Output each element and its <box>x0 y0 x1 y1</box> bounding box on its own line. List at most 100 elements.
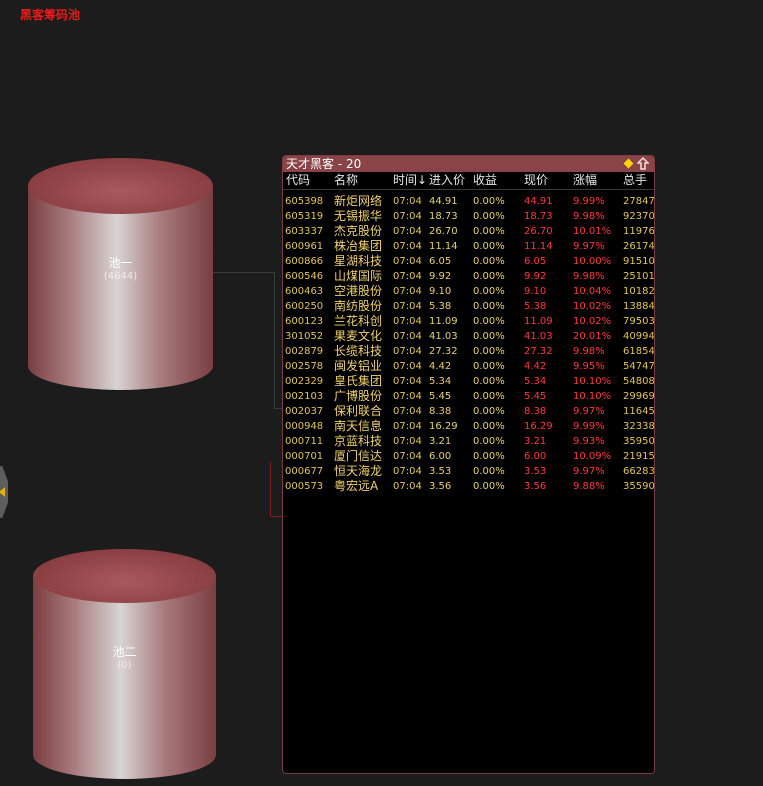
cell-entry-price: 8.38 <box>429 406 452 417</box>
cell-volume: 35950 <box>623 436 654 447</box>
cell-code: 600546 <box>285 271 324 282</box>
cell-code: 000948 <box>285 421 324 432</box>
table-row[interactable]: 301052 果麦文化 07:04 41.03 0.00% 41.03 20.01% 4099… <box>283 329 654 344</box>
cell-time: 07:04 <box>393 391 422 402</box>
connector-line-red <box>270 462 271 516</box>
cell-change: 10.04% <box>573 286 612 297</box>
cell-code: 600866 <box>285 256 324 267</box>
panel-title-bar[interactable]: 天才黑客 - 20 <box>283 156 654 172</box>
cell-code: 301052 <box>285 331 324 342</box>
table-row[interactable]: 000948 南天信息 07:04 16.29 0.00% 16.29 9.99% 32338 <box>283 419 654 434</box>
cell-code: 605319 <box>285 211 324 222</box>
table-body: 605398 新炬网络 07:04 44.91 0.00% 44.91 9.99% 27847… <box>283 194 654 494</box>
cell-price: 9.92 <box>524 271 547 282</box>
cell-gain: 0.00% <box>473 436 505 447</box>
table-row[interactable]: 000701 厦门信达 07:04 6.00 0.00% 6.00 10.09% 21915 <box>283 449 654 464</box>
cell-change: 9.97% <box>573 241 605 252</box>
cell-volume: 11645 <box>623 406 654 417</box>
cell-volume: 79503 <box>623 316 654 327</box>
col-header-volume[interactable]: 总手 <box>623 172 647 189</box>
cell-volume: 40994 <box>623 331 654 342</box>
table-row[interactable]: 002037 保利联合 07:04 8.38 0.00% 8.38 9.97% 11645 <box>283 404 654 419</box>
table-row[interactable]: 002578 闽发铝业 07:04 4.42 0.00% 4.42 9.95% 54747 <box>283 359 654 374</box>
cell-name: 恒天海龙 <box>334 464 383 478</box>
table-row[interactable]: 600123 兰花科创 07:04 11.09 0.00% 11.09 10.02% 7950… <box>283 314 654 329</box>
cell-volume: 21915 <box>623 451 654 462</box>
cell-time: 07:04 <box>393 301 422 312</box>
cell-change: 9.98% <box>573 271 605 282</box>
chevron-left-icon <box>0 487 5 497</box>
cell-volume: 11976 <box>623 226 654 237</box>
cell-gain: 0.00% <box>473 346 505 357</box>
cell-change: 9.93% <box>573 436 605 447</box>
cell-price: 5.34 <box>524 376 547 387</box>
cell-time: 07:04 <box>393 271 422 282</box>
cell-entry-price: 41.03 <box>429 331 458 342</box>
cell-change: 9.97% <box>573 406 605 417</box>
col-header-gain[interactable]: 收益 <box>473 172 497 189</box>
cell-price: 3.21 <box>524 436 547 447</box>
cell-code: 002879 <box>285 346 324 357</box>
col-header-time[interactable]: 时间↓ <box>393 172 427 189</box>
col-header-code[interactable]: 代码 <box>286 172 310 189</box>
col-header-name[interactable]: 名称 <box>334 172 358 189</box>
cell-time: 07:04 <box>393 466 422 477</box>
cell-name: 南天信息 <box>334 419 383 433</box>
side-collapse-handle[interactable] <box>0 466 8 518</box>
cell-time: 07:04 <box>393 196 422 207</box>
cell-entry-price: 3.56 <box>429 481 452 492</box>
col-header-change[interactable]: 涨幅 <box>573 172 597 189</box>
pool-one-cylinder[interactable]: 池一 (4644) <box>28 158 213 390</box>
cell-name: 长缆科技 <box>334 344 383 358</box>
table-row[interactable]: 000711 京蓝科技 07:04 3.21 0.00% 3.21 9.93% 35950 <box>283 434 654 449</box>
table-row[interactable]: 605398 新炬网络 07:04 44.91 0.00% 44.91 9.99% 27847 <box>283 194 654 209</box>
cell-price: 4.42 <box>524 361 547 372</box>
cell-gain: 0.00% <box>473 466 505 477</box>
pool-two-name: 池二 <box>112 645 137 659</box>
cell-gain: 0.00% <box>473 361 505 372</box>
cell-time: 07:04 <box>393 316 422 327</box>
cell-name: 无锡振华 <box>334 209 383 223</box>
cell-name: 南纺股份 <box>334 299 383 313</box>
cell-time: 07:04 <box>393 256 422 267</box>
cell-name: 株冶集团 <box>334 239 383 253</box>
table-row[interactable]: 600546 山煤国际 07:04 9.92 0.00% 9.92 9.98% 25101 <box>283 269 654 284</box>
cell-time: 07:04 <box>393 226 422 237</box>
cell-change: 9.98% <box>573 346 605 357</box>
cell-change: 10.02% <box>573 301 612 312</box>
connector-line <box>213 272 275 273</box>
cell-name: 京蓝科技 <box>334 434 383 448</box>
cell-price: 3.56 <box>524 481 547 492</box>
table-row[interactable]: 600250 南纺股份 07:04 5.38 0.00% 5.38 10.02% 13884 <box>283 299 654 314</box>
cell-time: 07:04 <box>393 331 422 342</box>
table-row[interactable]: 002103 广博股份 07:04 5.45 0.00% 5.45 10.10% 29969 <box>283 389 654 404</box>
table-row[interactable]: 002329 皇氏集团 07:04 5.34 0.00% 5.34 10.10% 54808 <box>283 374 654 389</box>
cell-entry-price: 6.05 <box>429 256 452 267</box>
table-row[interactable]: 600463 空港股份 07:04 9.10 0.00% 9.10 10.04% 10182 <box>283 284 654 299</box>
cell-entry-price: 11.14 <box>429 241 458 252</box>
cell-name: 闽发铝业 <box>334 359 383 373</box>
cell-change: 9.98% <box>573 211 605 222</box>
table-row[interactable]: 605319 无锡振华 07:04 18.73 0.00% 18.73 9.98% 92370 <box>283 209 654 224</box>
table-row[interactable]: 600866 星湖科技 07:04 6.05 0.00% 6.05 10.00% 91510 <box>283 254 654 269</box>
cell-volume: 35590 <box>623 481 654 492</box>
table-header: 代码 名称 时间↓ 进入价 收益 现价 涨幅 总手 <box>283 172 654 190</box>
cell-entry-price: 5.38 <box>429 301 452 312</box>
table-row[interactable]: 002879 长缆科技 07:04 27.32 0.00% 27.32 9.98% 61854 <box>283 344 654 359</box>
pool-two-cylinder[interactable]: 池二 (0) <box>33 549 216 779</box>
cell-name: 粤宏远A <box>334 479 379 493</box>
col-header-price[interactable]: 现价 <box>524 172 548 189</box>
cell-time: 07:04 <box>393 211 422 222</box>
cell-code: 002037 <box>285 406 324 417</box>
table-row[interactable]: 000573 粤宏远A 07:04 3.56 0.00% 3.56 9.88% 35590 <box>283 479 654 494</box>
table-row[interactable]: 603337 杰克股份 07:04 26.70 0.00% 26.70 10.01% 1197… <box>283 224 654 239</box>
col-header-entry-price[interactable]: 进入价 <box>429 172 465 189</box>
cell-name: 厦门信达 <box>334 449 383 463</box>
up-arrow-icon[interactable] <box>637 157 649 170</box>
table-row[interactable]: 600961 株冶集团 07:04 11.14 0.00% 11.14 9.97% 26174 <box>283 239 654 254</box>
table-row[interactable]: 000677 恒天海龙 07:04 3.53 0.00% 3.53 9.97% 66283 <box>283 464 654 479</box>
diamond-icon[interactable] <box>623 158 634 169</box>
cell-price: 6.05 <box>524 256 547 267</box>
cell-time: 07:04 <box>393 406 422 417</box>
cell-change: 10.10% <box>573 376 612 387</box>
